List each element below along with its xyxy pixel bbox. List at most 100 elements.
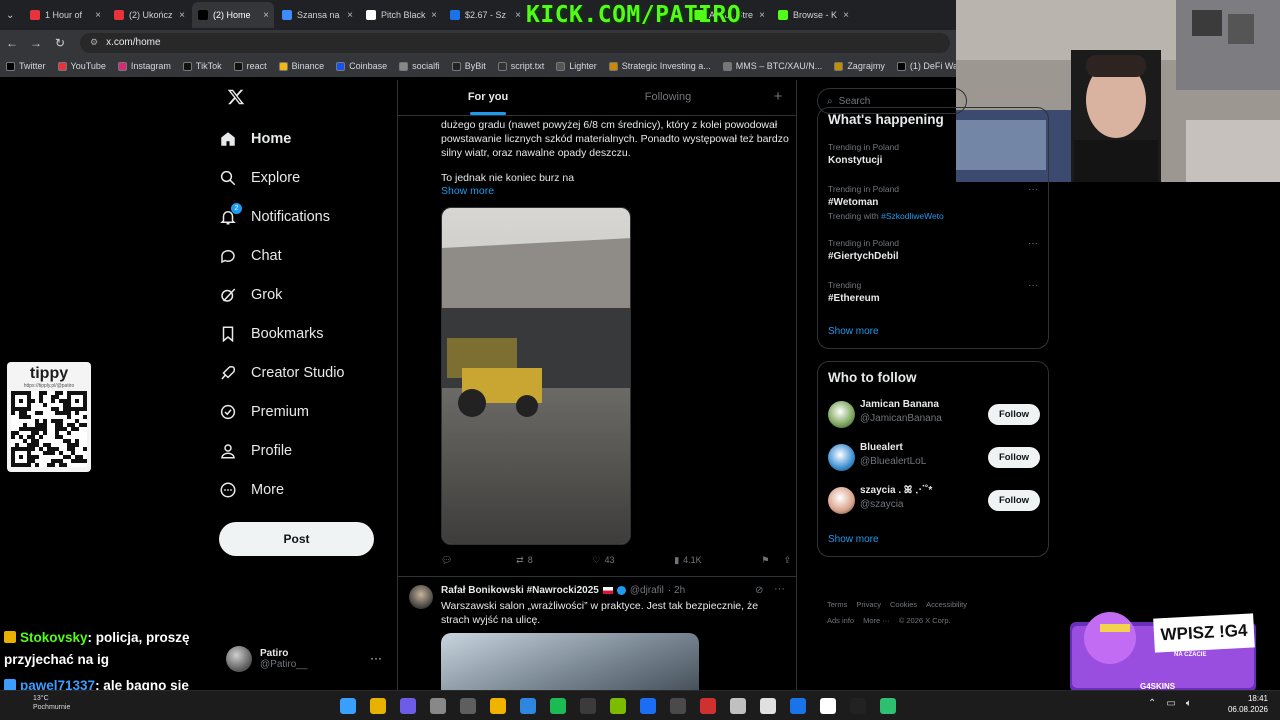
bookmark-item[interactable]: MMS – BTC/XAU/N... — [722, 61, 822, 71]
app-icon[interactable] — [700, 698, 716, 714]
bookmark-item[interactable]: Coinbase — [336, 61, 387, 71]
show-more-link[interactable]: Show more — [828, 534, 879, 545]
steam-icon[interactable] — [430, 698, 446, 714]
app-icon[interactable] — [730, 698, 746, 714]
show-more-link[interactable]: Show more — [441, 185, 494, 197]
more-icon[interactable]: ··· — [1028, 238, 1038, 249]
close-icon[interactable]: × — [263, 10, 269, 21]
chrome-icon[interactable] — [370, 698, 386, 714]
follow-suggestion[interactable]: szaycia . ꕤ ⋰˚* @szaycia Follow — [828, 484, 1040, 518]
chevron-up-icon[interactable]: ⌃ — [1148, 698, 1156, 709]
follow-suggestion[interactable]: Bluealert @BluealertLoL Follow — [828, 441, 1040, 475]
folder-icon[interactable] — [490, 698, 506, 714]
url-field[interactable]: ⚙ x.com/home — [80, 32, 950, 53]
tweet-video[interactable] — [441, 207, 631, 545]
explorer-icon[interactable] — [460, 698, 476, 714]
nav-item-explore[interactable]: Explore — [219, 158, 389, 197]
repost-button[interactable]: ⇄ 8 — [516, 552, 533, 568]
avatar[interactable] — [828, 444, 855, 471]
bookmark-icon[interactable]: ⚑ — [761, 555, 769, 566]
notepad-icon[interactable] — [820, 698, 836, 714]
tweet-author-handle[interactable]: @djrafil — [630, 585, 664, 596]
app-icon[interactable] — [760, 698, 776, 714]
nav-item-more[interactable]: More — [219, 470, 389, 509]
trend-item[interactable]: Trending in Poland #GiertychDebil ··· — [828, 238, 1040, 262]
start-icon[interactable] — [340, 698, 356, 714]
nav-item-bookmarks[interactable]: Bookmarks — [219, 314, 389, 353]
views-button[interactable]: ▮ 4.1K — [674, 552, 701, 568]
browser-tab[interactable]: (2) Ukończ × — [108, 2, 190, 28]
footer-link[interactable]: Ads info — [827, 616, 854, 625]
bookmark-item[interactable]: ByBit — [451, 61, 486, 71]
terminal-icon[interactable] — [850, 698, 866, 714]
footer-link[interactable]: Terms — [827, 600, 847, 609]
bookmark-item[interactable]: Twitter — [6, 61, 46, 71]
tab-list-icon[interactable]: ⌄ — [6, 10, 22, 21]
trend-item[interactable]: Trending in Poland #Wetoman Trending with … — [828, 184, 1040, 221]
tweet[interactable]: Rafał Bonikowski #Nawrocki2025 @djrafil … — [398, 576, 796, 690]
browser-tab[interactable]: 1 Hour of × — [24, 2, 106, 28]
close-icon[interactable]: × — [95, 10, 101, 21]
avatar[interactable] — [828, 401, 855, 428]
follow-button[interactable]: Follow — [988, 490, 1040, 511]
bookmark-item[interactable]: Instagram — [117, 61, 171, 71]
nav-item-creator-studio[interactable]: Creator Studio — [219, 353, 389, 392]
show-more-link[interactable]: Show more — [828, 326, 879, 337]
nav-item-notifications[interactable]: 2 Notifications — [219, 197, 389, 236]
back-icon[interactable]: ← — [0, 36, 24, 50]
reload-icon[interactable]: ↻ — [48, 36, 72, 50]
follow-suggestion[interactable]: Jamican Banana @JamicanBanana Follow — [828, 398, 1040, 432]
bookmark-item[interactable]: Strategic Investing a... — [608, 61, 711, 71]
x-app-icon[interactable] — [640, 698, 656, 714]
bookmark-item[interactable]: script.txt — [497, 61, 544, 71]
post-button[interactable]: Post — [219, 522, 374, 556]
close-icon[interactable]: × — [347, 10, 353, 21]
browser-tab[interactable]: (2) Home × — [192, 2, 274, 28]
bookmark-item[interactable]: socialfi — [399, 61, 440, 71]
close-icon[interactable]: × — [515, 10, 521, 21]
tweet-time[interactable]: · 2h — [668, 585, 685, 596]
nav-item-premium[interactable]: Premium — [219, 392, 389, 431]
edge-icon[interactable] — [520, 698, 536, 714]
bookmark-item[interactable]: Zagrajmy — [834, 61, 885, 71]
reply-button[interactable]: 💬︎ — [441, 552, 456, 568]
nav-item-chat[interactable]: Chat — [219, 236, 389, 275]
app-icon[interactable] — [790, 698, 806, 714]
tab-following[interactable]: Following — [578, 80, 758, 115]
account-switcher[interactable]: Patiro @Patiro__ ··· — [226, 643, 386, 675]
trend-with-link[interactable]: #SzkodliweWeto — [881, 211, 944, 221]
bookmark-item[interactable]: Lighter — [556, 61, 597, 71]
discord-icon[interactable] — [400, 698, 416, 714]
browser-tab[interactable]: Browse - K × — [772, 2, 854, 28]
nav-item-profile[interactable]: Profile — [219, 431, 389, 470]
tweet-image[interactable] — [441, 633, 699, 690]
more-icon[interactable]: ··· — [370, 651, 382, 665]
weather-widget[interactable]: 13°C Pochmurnie — [33, 694, 70, 712]
nav-item-grok[interactable]: Grok — [219, 275, 389, 314]
grok-icon[interactable]: ⊘ — [755, 585, 763, 596]
browser-tab[interactable]: Pitch Black × — [360, 2, 442, 28]
add-tab-icon[interactable]: + — [758, 80, 796, 115]
app-icon[interactable] — [880, 698, 896, 714]
share-icon[interactable]: ⇪ — [783, 555, 791, 566]
more-icon[interactable]: ··· — [774, 583, 785, 595]
taskbar-clock[interactable]: 18:41 06.08.2026 — [1228, 693, 1268, 715]
forward-icon[interactable]: → — [24, 36, 48, 50]
suggestion-name[interactable]: Bluealert — [860, 442, 903, 453]
bookmark-item[interactable]: YouTube — [57, 61, 106, 71]
browser-tab[interactable]: Szansa na × — [276, 2, 358, 28]
close-icon[interactable]: × — [759, 10, 765, 21]
follow-button[interactable]: Follow — [988, 447, 1040, 468]
suggestion-name[interactable]: Jamican Banana — [860, 399, 939, 410]
follow-button[interactable]: Follow — [988, 404, 1040, 425]
app-icon[interactable] — [580, 698, 596, 714]
trend-item[interactable]: Trending #Ethereum ··· — [828, 280, 1040, 304]
tweet-author-name[interactable]: Rafał Bonikowski #Nawrocki2025 — [441, 585, 599, 596]
bookmark-item[interactable]: TikTok — [182, 61, 222, 71]
avatar[interactable] — [828, 487, 855, 514]
bookmark-item[interactable]: react — [233, 61, 267, 71]
footer-link[interactable]: © 2026 X Corp. — [899, 616, 951, 625]
site-info-icon[interactable]: ⚙ — [90, 37, 98, 48]
settings-icon[interactable] — [670, 698, 686, 714]
browser-tab[interactable]: $2.67 - Sz × — [444, 2, 526, 28]
